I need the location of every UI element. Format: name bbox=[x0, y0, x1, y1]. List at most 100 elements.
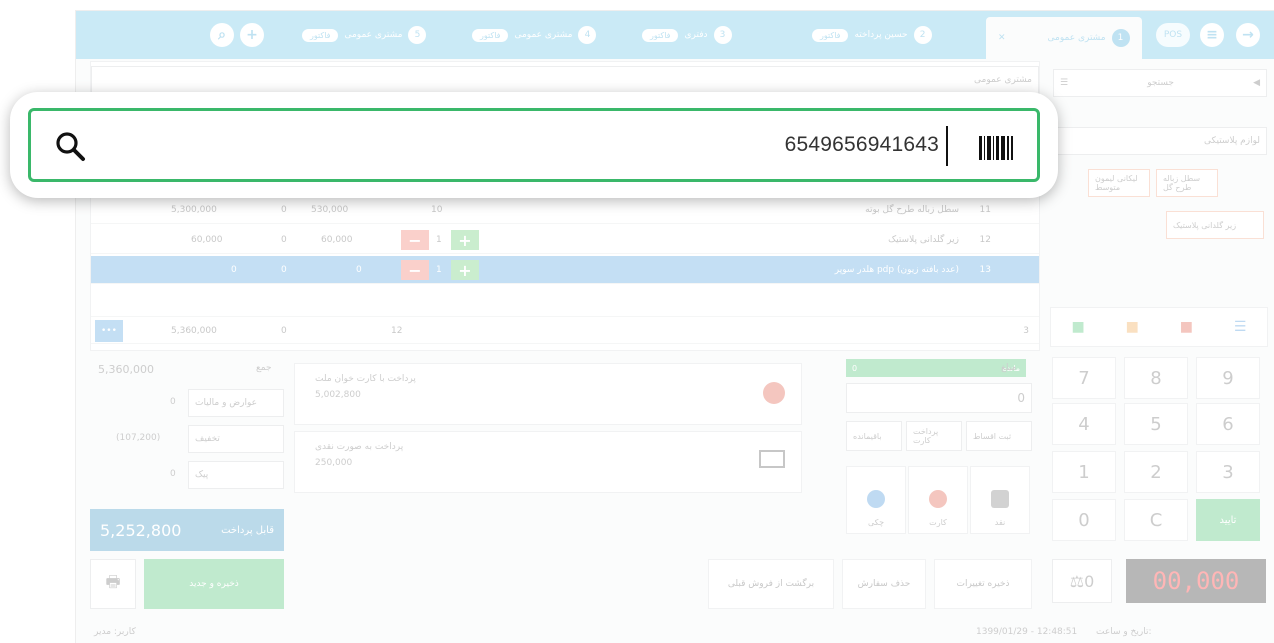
tab-customer-4[interactable]: فاکتور مشتری عمومی 4 bbox=[472, 21, 597, 49]
card-button[interactable]: پرداخت کارت bbox=[906, 421, 962, 451]
barcode-search-input[interactable]: 6549656941643 bbox=[28, 108, 1040, 182]
amount-input[interactable]: 0 bbox=[846, 383, 1032, 413]
rest-button[interactable]: باقیمانده bbox=[846, 421, 902, 451]
cash-pay-tile[interactable]: نقد bbox=[970, 466, 1030, 534]
row-discount: 0 bbox=[281, 205, 287, 215]
save-new-button[interactable]: ذخیره و جدید bbox=[144, 559, 284, 609]
key-6[interactable]: 6 bbox=[1196, 403, 1260, 445]
key-3[interactable]: 3 bbox=[1196, 451, 1260, 493]
customer-field[interactable]: مشتری عمومی bbox=[91, 66, 1039, 94]
amount-label: مبلغ bbox=[1001, 363, 1017, 373]
table-row[interactable]: 12 زیر گلدانی پلاستیک − 1 + 60,000 0 60,… bbox=[91, 226, 1039, 254]
key-9[interactable]: 9 bbox=[1196, 357, 1260, 399]
cash-tile-icon bbox=[991, 490, 1009, 508]
add-tab-button[interactable]: + bbox=[240, 23, 264, 47]
key-2[interactable]: 2 bbox=[1124, 451, 1188, 493]
tab-label: دفتری bbox=[684, 30, 708, 40]
barcode-search-overlay: 6549656941643 bbox=[10, 92, 1058, 198]
key-4[interactable]: 4 bbox=[1052, 403, 1116, 445]
row-total: 60,000 bbox=[191, 235, 223, 245]
row-index: 11 bbox=[979, 205, 991, 215]
key-7[interactable]: 7 bbox=[1052, 357, 1116, 399]
key-0[interactable]: 0 bbox=[1052, 499, 1116, 541]
key-5[interactable]: 5 bbox=[1124, 403, 1188, 445]
search-field[interactable]: جستجو bbox=[1147, 78, 1174, 88]
payable-value: 5,252,800 bbox=[100, 520, 182, 540]
payable-box: 5,252,800 قابل پرداخت bbox=[90, 509, 284, 551]
row-name: هلدر سوپر pdp (عدد بافته زیون) bbox=[834, 265, 959, 275]
payment-card-2[interactable]: پرداخت به صورت نقدی 250,000 bbox=[294, 431, 802, 493]
key-clear[interactable]: C bbox=[1124, 499, 1188, 541]
table-row[interactable]: 11 سطل زباله طرح گل بوته 10 530,000 0 5,… bbox=[91, 196, 1039, 224]
sum-label: جمع bbox=[256, 363, 272, 373]
check-pay-tile[interactable]: چکی bbox=[846, 466, 906, 534]
card-pay-tile[interactable]: کارت bbox=[908, 466, 968, 534]
user-icon[interactable]: ■ bbox=[1180, 319, 1193, 335]
payment-card-1[interactable]: پرداخت با کارت خوان ملت 5,002,800 bbox=[294, 363, 802, 425]
product-search-bar[interactable]: ☰ جستجو ◀ bbox=[1053, 69, 1267, 97]
tab-number: 5 bbox=[408, 26, 427, 44]
tab-number: 3 bbox=[713, 26, 732, 44]
product-button-3[interactable]: زیر گلدانی پلاستیک bbox=[1166, 211, 1264, 239]
row-index: 12 bbox=[979, 235, 991, 245]
save-changes-button[interactable]: ذخیره تغییرات bbox=[934, 559, 1032, 609]
list-icon[interactable]: ☰ bbox=[1060, 78, 1068, 88]
more-icon[interactable]: ••• bbox=[95, 320, 123, 342]
product-button-2[interactable]: سطل زباله طرح گل bbox=[1156, 169, 1218, 197]
list-tab-icon[interactable]: ☰ bbox=[1234, 319, 1247, 335]
printer-icon[interactable]: 🖶 bbox=[90, 559, 136, 609]
minus-button[interactable]: − bbox=[401, 256, 429, 284]
payment-value: 5,002,800 bbox=[315, 390, 361, 400]
plus-button[interactable]: + bbox=[451, 226, 479, 254]
tip-field[interactable]: پیک bbox=[188, 461, 284, 489]
menu-icon[interactable]: ≡ bbox=[1200, 23, 1224, 47]
check-icon bbox=[867, 490, 885, 508]
key-8[interactable]: 8 bbox=[1124, 357, 1188, 399]
tab-strip: ⌕ + فاکتور مشتری عمومی 5 فاکتور مشتری عم… bbox=[76, 11, 1274, 59]
tip-value: 0 bbox=[170, 469, 176, 479]
plus-button[interactable]: + bbox=[451, 256, 479, 284]
pose-button[interactable]: ثبت اقساط bbox=[966, 421, 1032, 451]
search-icon[interactable] bbox=[51, 127, 91, 167]
minus-button[interactable]: − bbox=[401, 226, 429, 254]
key-1[interactable]: 1 bbox=[1052, 451, 1116, 493]
tab-label: مشتری عمومی bbox=[1047, 33, 1106, 43]
confirm-button[interactable]: تایید bbox=[1196, 499, 1260, 541]
row-name: زیر گلدانی پلاستیک bbox=[888, 235, 959, 245]
tab-customer-2[interactable]: فاکتور حسین پرداخته 2 bbox=[812, 21, 932, 49]
close-icon[interactable]: ✕ bbox=[998, 33, 1006, 43]
row-discount: 0 bbox=[281, 235, 287, 245]
product-button-1[interactable]: لیکانی لیمون متوسط bbox=[1088, 169, 1150, 197]
scale-icon: ⚖ bbox=[1069, 571, 1085, 591]
search-icon[interactable]: ⌕ bbox=[210, 23, 234, 47]
tax-value: 0 bbox=[170, 397, 176, 407]
total-count: 3 bbox=[1023, 326, 1029, 336]
pos-tool-button[interactable]: POS bbox=[1156, 23, 1190, 47]
discount-field[interactable]: تخفیف bbox=[188, 425, 284, 453]
returns-button[interactable]: برگشت از فروش قبلی bbox=[708, 559, 834, 609]
cancel-order-button[interactable]: حذف سفارش bbox=[842, 559, 926, 609]
arrow-right-icon[interactable]: → bbox=[1236, 23, 1260, 47]
row-price: 60,000 bbox=[321, 235, 353, 245]
gift-icon[interactable]: ■ bbox=[1071, 319, 1084, 335]
document-icon[interactable]: ■ bbox=[1126, 319, 1139, 335]
card-icon bbox=[929, 490, 947, 508]
row-total: 0 bbox=[231, 265, 237, 275]
row-qty: 1 bbox=[436, 265, 442, 275]
tab-number: 2 bbox=[913, 26, 932, 44]
total-amount: 5,360,000 bbox=[171, 326, 217, 336]
chevron-left-icon[interactable]: ◀ bbox=[1253, 78, 1260, 88]
category-select[interactable]: لوازم پلاستیکی bbox=[1053, 127, 1267, 155]
tax-field[interactable]: عوارض و مالیات bbox=[188, 389, 284, 417]
panel-tabs: ■ ■ ■ ☰ bbox=[1050, 307, 1268, 347]
barcode-icon[interactable] bbox=[979, 136, 1014, 160]
tab-customer-1-active[interactable]: ✕ مشتری عمومی 1 bbox=[986, 17, 1142, 59]
remain-value: 0 bbox=[852, 363, 858, 373]
datetime-label: تاریخ و ساعت: bbox=[1096, 627, 1152, 637]
tab-customer-5[interactable]: فاکتور مشتری عمومی 5 bbox=[302, 21, 427, 49]
row-qty: 1 bbox=[436, 235, 442, 245]
table-row-selected[interactable]: 13 هلدر سوپر pdp (عدد بافته زیون) − 1 + … bbox=[91, 256, 1039, 284]
row-index: 13 bbox=[979, 265, 991, 275]
tab-customer-3[interactable]: فاکتور دفتری 3 bbox=[642, 21, 732, 49]
payment-value: 250,000 bbox=[315, 458, 353, 468]
